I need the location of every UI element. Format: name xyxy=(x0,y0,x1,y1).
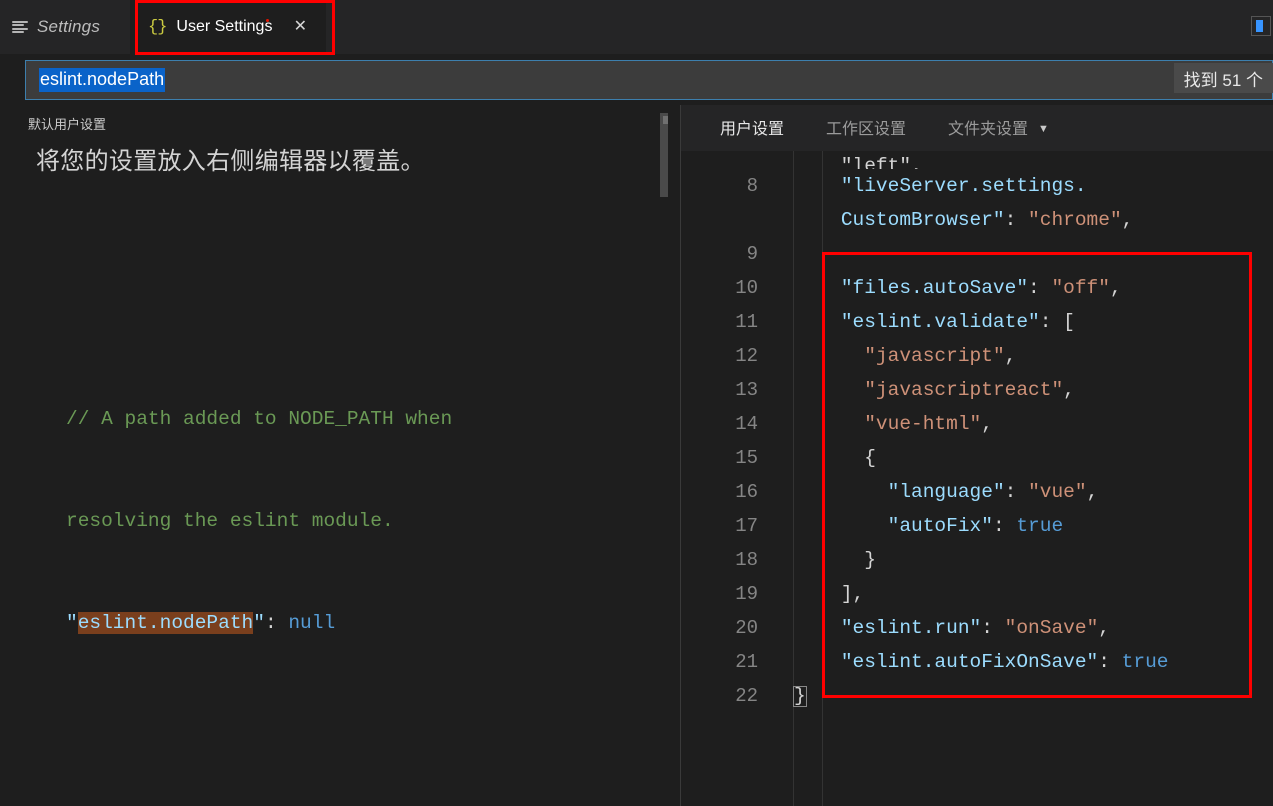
split-editor-icon[interactable] xyxy=(1251,16,1271,36)
search-input-value: eslint.nodePath xyxy=(39,68,166,92)
tab-dirty-indicator xyxy=(266,19,269,22)
line-number: 15 xyxy=(735,447,758,469)
line-text: "eslint.validate": [ xyxy=(840,311,1075,333)
line-text: "liveServer.settings. xyxy=(840,175,1087,197)
line-number: 18 xyxy=(735,549,758,571)
setting-comment: // A path added to NODE_PATH when xyxy=(66,408,453,430)
title-bar: Settings {} User Settings ✕ xyxy=(0,0,1273,54)
line-text: CustomBrowser": "chrome", xyxy=(840,209,1134,231)
setting-entry: "eslint.nodePath": null xyxy=(66,612,336,634)
line-text: "eslint.run": "onSave", xyxy=(840,617,1110,639)
line-text: "vue-html", xyxy=(864,413,993,435)
line-number: 16 xyxy=(735,481,758,503)
line-number: 11 xyxy=(735,311,758,333)
editor-line[interactable]: 9 xyxy=(681,237,1273,271)
search-bar-row: eslint.nodePath 找到 51 个 xyxy=(0,54,1273,105)
search-input[interactable]: eslint.nodePath xyxy=(25,60,1273,100)
line-text: "javascript", xyxy=(864,345,1017,367)
settings-window: Settings {} User Settings ✕ eslint.nodeP… xyxy=(0,0,1273,806)
line-number: 21 xyxy=(735,651,758,673)
line-text: "javascriptreact", xyxy=(864,379,1075,401)
editor-line-wrap[interactable]: CustomBrowser": "chrome", xyxy=(681,203,1273,237)
tab-folder-settings-scope[interactable]: 文件夹设置 ▼ xyxy=(948,115,1049,142)
editor-line[interactable]: 10 "files.autoSave": "off", xyxy=(681,271,1273,305)
json-braces-icon: {} xyxy=(148,17,167,37)
line-number: 10 xyxy=(735,277,758,299)
line-text: { xyxy=(864,447,876,469)
editor-line[interactable]: 12 "javascript", xyxy=(681,339,1273,373)
tab-user-settings[interactable]: {} User Settings ✕ xyxy=(130,0,326,54)
default-settings-code: // A path added to NODE_PATH when resolv… xyxy=(0,198,668,806)
tab-label: 用户设置 xyxy=(720,120,785,138)
line-number: 13 xyxy=(735,379,758,401)
line-text: "files.autoSave": "off", xyxy=(840,277,1122,299)
editor-line[interactable]: 13 "javascriptreact", xyxy=(681,373,1273,407)
line-number: 19 xyxy=(735,583,758,605)
line-number: 8 xyxy=(746,175,758,197)
editor-lines: "left", 8 "liveServer.settings. CustomBr… xyxy=(681,151,1273,713)
tab-workspace-settings-scope[interactable]: 工作区设置 xyxy=(826,115,906,142)
line-text: "eslint.autoFixOnSave": true xyxy=(840,651,1169,673)
tab-user-settings-scope[interactable]: 用户设置 xyxy=(720,115,785,153)
editor-line[interactable]: 22 } xyxy=(681,679,1273,713)
tab-label: 工作区设置 xyxy=(826,120,907,138)
default-settings-subtitle: 将您的设置放入右侧编辑器以覆盖。 xyxy=(36,148,425,175)
editor-line[interactable]: 19 ], xyxy=(681,577,1273,611)
line-number: 12 xyxy=(735,345,758,367)
tab-label: User Settings xyxy=(176,18,273,35)
default-settings-header: 默认用户设置 xyxy=(28,117,107,132)
line-text: ], xyxy=(840,583,865,605)
editor-line[interactable]: 16 "language": "vue", xyxy=(681,475,1273,509)
editor-line[interactable]: 21 "eslint.autoFixOnSave": true xyxy=(681,645,1273,679)
list-icon xyxy=(12,20,28,34)
user-settings-editor-pane: 用户设置 工作区设置 文件夹设置 ▼ "left", 8 "liveServer… xyxy=(681,105,1273,806)
chevron-down-icon[interactable]: ▼ xyxy=(1038,123,1049,135)
line-text: } xyxy=(793,684,1273,708)
editor-line[interactable]: 11 "eslint.validate": [ xyxy=(681,305,1273,339)
line-number: 9 xyxy=(746,243,758,265)
scrollbar-thumb[interactable] xyxy=(660,113,668,197)
line-number: 22 xyxy=(735,685,758,707)
sidebar-title-label: Settings xyxy=(37,17,101,36)
line-text: "autoFix": true xyxy=(887,515,1064,537)
setting-value: null xyxy=(288,612,336,634)
tab-label: 文件夹设置 xyxy=(948,120,1029,138)
editor-line[interactable]: 18 } xyxy=(681,543,1273,577)
tab-strip: {} User Settings ✕ xyxy=(130,0,1273,54)
editor-line[interactable]: 14 "vue-html", xyxy=(681,407,1273,441)
search-result-count: 找到 51 个 xyxy=(1173,63,1273,93)
line-text: "left", xyxy=(794,155,923,169)
setting-key: eslint.nodePath xyxy=(77,612,254,634)
line-text: "language": "vue", xyxy=(887,481,1099,503)
editor-line[interactable]: 20 "eslint.run": "onSave", xyxy=(681,611,1273,645)
matching-brace: } xyxy=(793,684,807,708)
editor-line[interactable]: 8 "liveServer.settings. xyxy=(681,169,1273,203)
line-number: 14 xyxy=(735,413,758,435)
default-settings-pane: 默认用户设置 将您的设置放入右侧编辑器以覆盖。 // A path added … xyxy=(0,105,668,806)
line-text: } xyxy=(864,549,876,571)
editor-line-partial: "left", xyxy=(681,151,1273,169)
line-number: 17 xyxy=(735,515,758,537)
setting-comment: resolving the eslint module. xyxy=(66,510,394,532)
json-editor[interactable]: "left", 8 "liveServer.settings. CustomBr… xyxy=(681,151,1273,806)
settings-scope-tabs: 用户设置 工作区设置 文件夹设置 ▼ xyxy=(681,105,1273,153)
editor-line[interactable]: 15 { xyxy=(681,441,1273,475)
main-split: 默认用户设置 将您的设置放入右侧编辑器以覆盖。 // A path added … xyxy=(0,105,1273,806)
editor-line[interactable]: 17 "autoFix": true xyxy=(681,509,1273,543)
line-number: 20 xyxy=(735,617,758,639)
close-icon[interactable]: ✕ xyxy=(291,17,310,37)
left-pane-scrollbar[interactable] xyxy=(654,105,668,806)
sidebar-title: Settings xyxy=(0,0,130,54)
